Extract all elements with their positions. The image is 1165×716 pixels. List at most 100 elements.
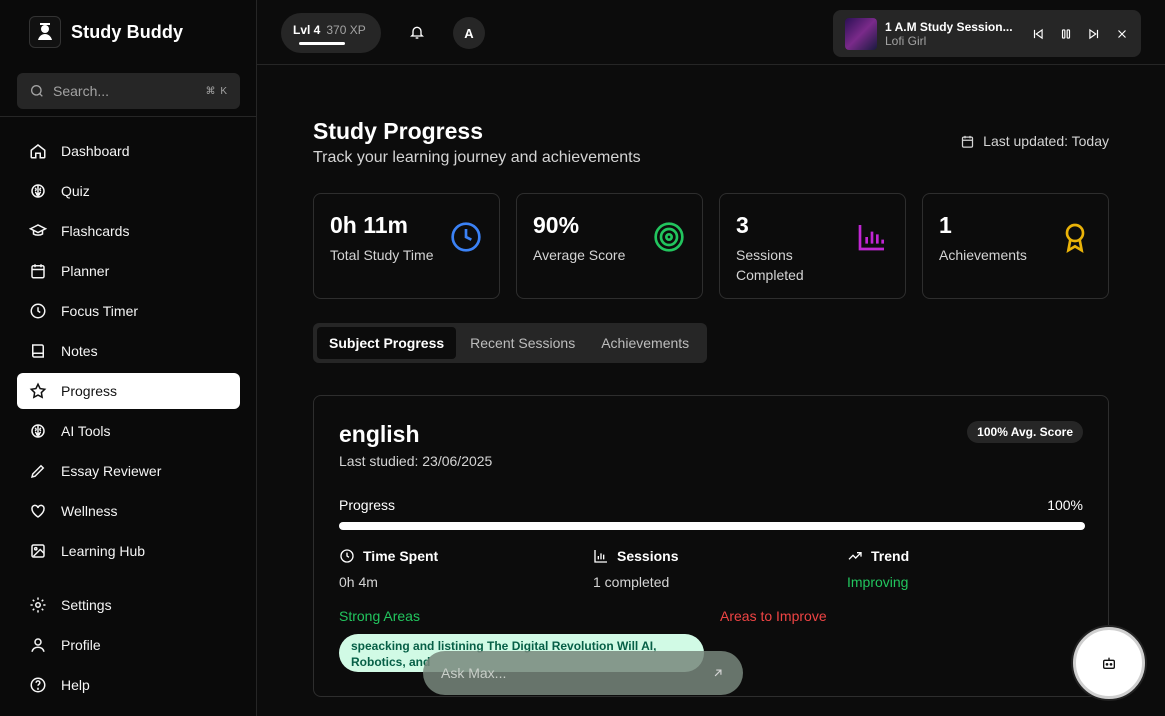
stat-card-average-score: 90% Average Score bbox=[516, 193, 703, 299]
stat-card-achievements: 1 Achievements bbox=[922, 193, 1109, 299]
tab-subject-progress[interactable]: Subject Progress bbox=[317, 327, 457, 359]
top-bar: Lvl 4 370 XP A 1 A.M Study Session... Lof… bbox=[257, 0, 1165, 65]
clock-icon bbox=[340, 549, 354, 563]
metric-label: Trend bbox=[871, 548, 910, 564]
sidebar-item-wellness[interactable]: Wellness bbox=[17, 493, 240, 529]
brain-icon bbox=[31, 184, 45, 198]
bot-icon bbox=[1103, 657, 1115, 669]
bar-chart-icon bbox=[858, 225, 884, 251]
areas-to-improve-label: Areas to Improve bbox=[720, 608, 827, 624]
sidebar-item-label: Notes bbox=[61, 343, 98, 359]
album-art bbox=[845, 17, 877, 50]
progress-label: Progress bbox=[339, 497, 396, 513]
search-icon bbox=[31, 85, 43, 97]
metric-value: 0h 4m bbox=[339, 574, 378, 590]
sidebar-item-planner[interactable]: Planner bbox=[17, 253, 240, 289]
avatar[interactable]: A bbox=[453, 17, 485, 49]
sidebar-item-progress[interactable]: Progress bbox=[17, 373, 240, 409]
sidebar-item-label: Planner bbox=[61, 263, 110, 279]
trending-up-icon bbox=[848, 552, 862, 560]
metric-trend: Trend Improving bbox=[847, 548, 1087, 590]
sidebar-item-dashboard[interactable]: Dashboard bbox=[17, 133, 240, 169]
metric-value: 1 completed bbox=[593, 574, 670, 590]
search-input[interactable]: Search... ⌘ K bbox=[17, 73, 240, 109]
brain-icon bbox=[31, 424, 45, 438]
sidebar-item-label: Help bbox=[61, 677, 90, 693]
target-icon bbox=[654, 222, 684, 252]
book-icon bbox=[32, 344, 44, 358]
close-icon[interactable] bbox=[1115, 27, 1129, 41]
award-icon bbox=[1065, 223, 1085, 253]
sidebar-item-label: AI Tools bbox=[61, 423, 111, 439]
stat-label: Total Study Time bbox=[330, 247, 434, 263]
bell-icon bbox=[410, 26, 424, 39]
stat-card-sessions: 3 Sessions Completed bbox=[719, 193, 906, 299]
sidebar-item-settings[interactable]: Settings bbox=[17, 587, 240, 623]
sidebar-item-label: Learning Hub bbox=[61, 543, 146, 559]
sidebar-item-label: Focus Timer bbox=[61, 303, 139, 319]
chatbot-button[interactable] bbox=[1073, 627, 1145, 699]
stat-label: Average Score bbox=[533, 247, 626, 263]
sidebar-item-notes[interactable]: Notes bbox=[17, 333, 240, 369]
subject-name: english bbox=[339, 421, 420, 447]
sidebar-item-label: Profile bbox=[61, 637, 101, 653]
track-title: 1 A.M Study Session... bbox=[885, 19, 1013, 34]
sidebar-item-learning-hub[interactable]: Learning Hub bbox=[17, 533, 240, 569]
last-updated: Last updated: Today bbox=[960, 133, 1109, 149]
gear-icon bbox=[30, 597, 46, 613]
metric-sessions: Sessions 1 completed bbox=[593, 548, 833, 590]
arrow-up-right-icon[interactable] bbox=[711, 666, 725, 680]
last-studied: Last studied: 23/06/2025 bbox=[339, 453, 493, 469]
strong-areas-label: Strong Areas bbox=[339, 608, 420, 624]
level-label: Lvl 4 bbox=[293, 23, 321, 37]
sidebar-item-essay-reviewer[interactable]: Essay Reviewer bbox=[17, 453, 240, 489]
sidebar-item-label: Wellness bbox=[61, 503, 118, 519]
sidebar-item-label: Flashcards bbox=[61, 223, 130, 239]
notifications-button[interactable] bbox=[409, 24, 425, 45]
bar-chart-icon bbox=[594, 550, 607, 563]
brand[interactable]: Study Buddy bbox=[29, 16, 183, 48]
metric-value: Improving bbox=[847, 574, 909, 590]
page-title: Study Progress bbox=[313, 118, 483, 144]
calendar-icon bbox=[962, 135, 974, 148]
sidebar-item-ai-tools[interactable]: AI Tools bbox=[17, 413, 240, 449]
level-badge[interactable]: Lvl 4 370 XP bbox=[281, 13, 381, 53]
avg-score-badge: 100% Avg. Score bbox=[967, 421, 1083, 443]
image-icon bbox=[31, 544, 45, 558]
sidebar-item-focus-timer[interactable]: Focus Timer bbox=[17, 293, 240, 329]
sidebar-bottom-nav: Settings Profile Help bbox=[17, 587, 240, 707]
stat-label: Sessions Completed bbox=[736, 247, 804, 283]
sidebar-item-label: Essay Reviewer bbox=[61, 463, 162, 479]
progress-bar-fill bbox=[339, 522, 1085, 530]
skip-forward-icon[interactable] bbox=[1087, 27, 1101, 41]
sidebar-item-help[interactable]: Help bbox=[17, 667, 240, 703]
home-icon bbox=[30, 144, 46, 159]
user-icon bbox=[31, 638, 45, 652]
sidebar-item-profile[interactable]: Profile bbox=[17, 627, 240, 663]
pause-icon[interactable] bbox=[1059, 27, 1073, 41]
sidebar-item-quiz[interactable]: Quiz bbox=[17, 173, 240, 209]
sidebar-item-flashcards[interactable]: Flashcards bbox=[17, 213, 240, 249]
metric-label: Time Spent bbox=[363, 548, 439, 564]
sidebar-item-label: Dashboard bbox=[61, 143, 130, 159]
app-window: Study Buddy Search... ⌘ K Dashboard Quiz… bbox=[0, 0, 1165, 716]
stat-label: Achievements bbox=[939, 247, 1027, 263]
calendar-icon bbox=[31, 264, 45, 279]
progress-bar bbox=[339, 522, 1085, 530]
skip-back-icon[interactable] bbox=[1031, 27, 1045, 41]
progress-value: 100% bbox=[1047, 497, 1083, 513]
ask-max-input[interactable]: Ask Max... bbox=[423, 651, 743, 695]
help-circle-icon bbox=[30, 677, 46, 693]
xp-label: 370 XP bbox=[326, 23, 366, 37]
tab-recent-sessions[interactable]: Recent Sessions bbox=[458, 327, 587, 359]
ask-max-placeholder: Ask Max... bbox=[441, 665, 507, 681]
metric-time-spent: Time Spent 0h 4m bbox=[339, 548, 579, 590]
search-placeholder: Search... bbox=[53, 83, 110, 99]
track-artist: Lofi Girl bbox=[885, 33, 927, 48]
search-shortcut: ⌘ K bbox=[205, 85, 228, 97]
sidebar-item-label: Progress bbox=[61, 383, 118, 399]
metric-label: Sessions bbox=[617, 548, 679, 564]
brand-name: Study Buddy bbox=[71, 21, 184, 42]
tab-achievements[interactable]: Achievements bbox=[589, 327, 701, 359]
page-subtitle: Track your learning journey and achievem… bbox=[313, 149, 641, 166]
